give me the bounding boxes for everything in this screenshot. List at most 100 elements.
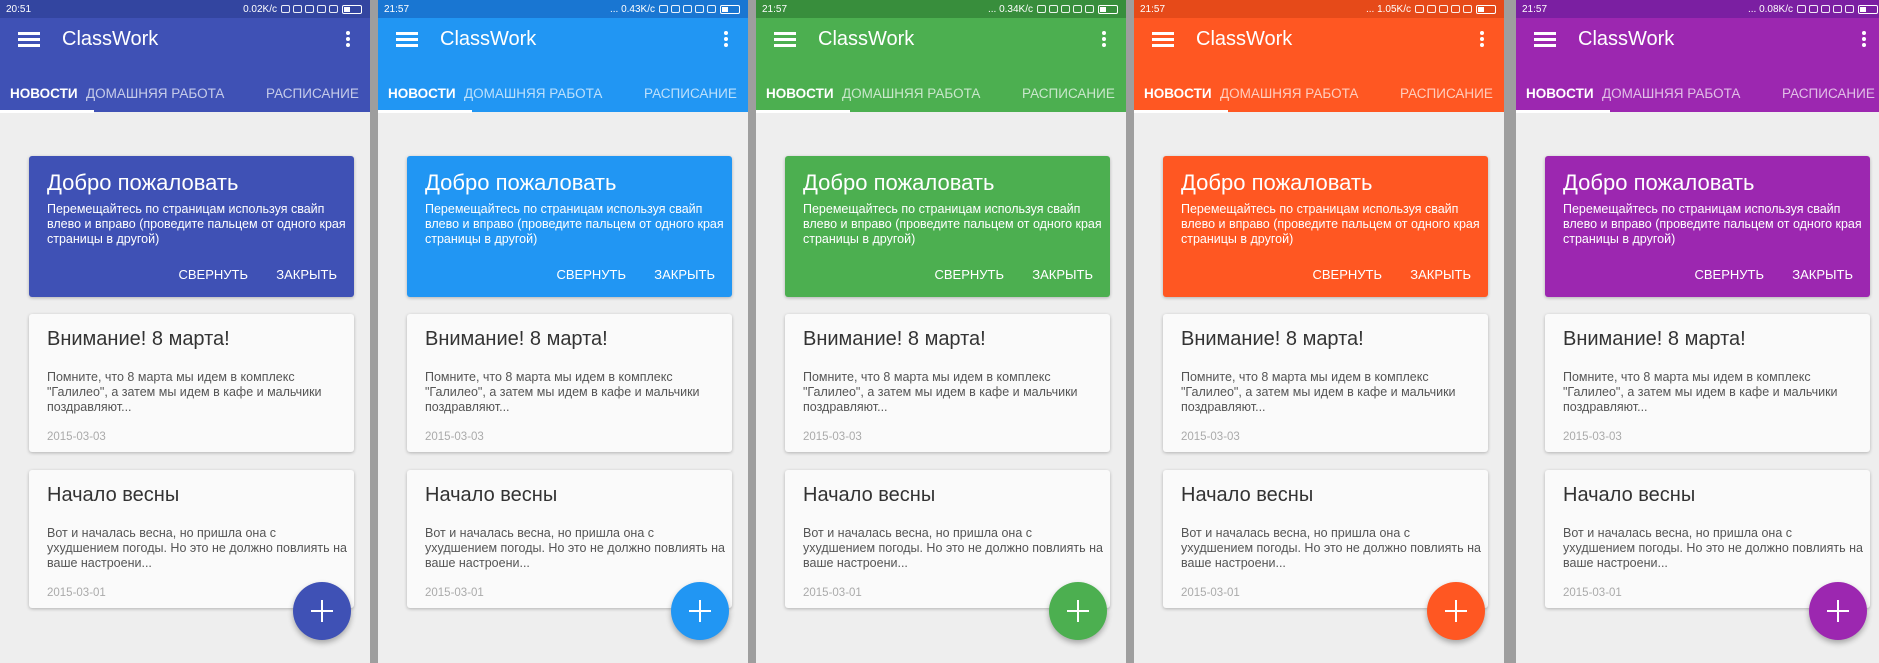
tab-indicator [0,110,94,113]
tab-homework[interactable]: ДОМАШНЯЯ РАБОТА [86,75,224,113]
close-button[interactable]: ЗАКРЫТЬ [1792,267,1853,282]
tab-news[interactable]: НОВОСТИ [766,75,834,113]
tab-bar: НОВОСТИ ДОМАШНЯЯ РАБОТА РАСПИСАНИЕ [756,75,1126,113]
tab-schedule[interactable]: РАСПИСАНИЕ [266,75,359,113]
collapse-button[interactable]: СВЕРНУТЬ [1694,267,1764,282]
tab-news[interactable]: НОВОСТИ [388,75,456,113]
news-card[interactable]: Внимание! 8 марта! Помните, что 8 марта … [407,314,732,452]
close-button[interactable]: ЗАКРЫТЬ [654,267,715,282]
hamburger-menu-icon[interactable] [396,32,418,47]
news-text: Вот и началась весна, но пришла она с ух… [803,526,1103,570]
signal-icon [1833,5,1842,13]
clock-icon [1427,5,1436,13]
more-vert-icon[interactable] [1102,31,1106,47]
hamburger-menu-icon[interactable] [18,32,40,47]
news-text: Вот и началась весна, но пришла она с ух… [47,526,347,570]
status-bar: 21:57 ... 1.05K/c [1134,0,1504,18]
collapse-button[interactable]: СВЕРНУТЬ [934,267,1004,282]
welcome-text: Перемещайтесь по страницам используя сва… [1563,202,1862,246]
news-title: Внимание! 8 марта! [47,328,230,350]
add-icon[interactable] [671,582,729,640]
signal-icon [1463,5,1472,13]
close-button[interactable]: ЗАКРЫТЬ [1410,267,1471,282]
app-bar: ClassWork НОВОСТИ ДОМАШНЯЯ РАБОТА РАСПИС… [756,18,1126,113]
add-icon[interactable] [1809,582,1867,640]
app-bar: ClassWork НОВОСТИ ДОМАШНЯЯ РАБОТА РАСПИС… [378,18,748,113]
more-vert-icon[interactable] [1862,31,1866,47]
alarm-icon [1415,5,1424,13]
hamburger-menu-icon[interactable] [1152,32,1174,47]
network-speed: ... 0.34K/c [987,3,1033,15]
news-text: Помните, что 8 марта мы идем в комплекс … [1563,370,1838,414]
wifi-icon [1061,5,1070,13]
signal-icon [329,5,338,13]
signal-icon [317,5,326,13]
tab-homework[interactable]: ДОМАШНЯЯ РАБОТА [1602,75,1740,113]
welcome-text: Перемещайтесь по страницам используя сва… [47,202,346,246]
status-icons [1797,5,1854,13]
add-icon[interactable] [1049,582,1107,640]
clock-icon [293,5,302,13]
news-card[interactable]: Внимание! 8 марта! Помните, что 8 марта … [1545,314,1870,452]
status-bar: 20:51 0.02K/c [0,0,370,18]
close-button[interactable]: ЗАКРЫТЬ [1032,267,1093,282]
tab-indicator [1516,110,1610,113]
welcome-card: Добро пожаловать Перемещайтесь по страни… [407,156,732,297]
network-speed: ... 1.05K/c [1365,3,1411,15]
status-right: ... 0.34K/c [988,4,1118,15]
app-title: ClassWork [62,27,159,50]
signal-icon [1085,5,1094,13]
welcome-text: Перемещайтесь по страницам используя сва… [1181,202,1480,246]
add-icon[interactable] [1427,582,1485,640]
battery-icon [342,4,362,14]
collapse-button[interactable]: СВЕРНУТЬ [556,267,626,282]
welcome-text: Перемещайтесь по страницам используя сва… [803,202,1102,246]
news-card[interactable]: Внимание! 8 марта! Помните, что 8 марта … [1163,314,1488,452]
wifi-icon [1821,5,1830,13]
news-card[interactable]: Внимание! 8 марта! Помните, что 8 марта … [29,314,354,452]
tab-homework[interactable]: ДОМАШНЯЯ РАБОТА [842,75,980,113]
tab-homework[interactable]: ДОМАШНЯЯ РАБОТА [1220,75,1358,113]
news-text: Помните, что 8 марта мы идем в комплекс … [425,370,700,414]
phone-screen: 21:57 ... 0.43K/c ClassWork НОВОСТИ ДОМА… [378,0,748,663]
add-icon[interactable] [293,582,351,640]
tab-schedule[interactable]: РАСПИСАНИЕ [1400,75,1493,113]
close-button[interactable]: ЗАКРЫТЬ [276,267,337,282]
news-date: 2015-03-01 [425,587,484,599]
more-vert-icon[interactable] [1480,31,1484,47]
battery-icon [1476,4,1496,14]
tab-news[interactable]: НОВОСТИ [1526,75,1594,113]
news-title: Начало весны [1563,484,1696,506]
news-card[interactable]: Внимание! 8 марта! Помните, что 8 марта … [785,314,1110,452]
tab-schedule[interactable]: РАСПИСАНИЕ [644,75,737,113]
toolbar: ClassWork [1516,18,1879,60]
hamburger-menu-icon[interactable] [774,32,796,47]
signal-icon [695,5,704,13]
more-vert-icon[interactable] [346,31,350,47]
news-date: 2015-03-03 [803,431,862,443]
status-time: 21:57 [1140,3,1166,15]
news-title: Внимание! 8 марта! [425,328,608,350]
news-title: Внимание! 8 марта! [1563,328,1746,350]
collapse-button[interactable]: СВЕРНУТЬ [1312,267,1382,282]
welcome-card: Добро пожаловать Перемещайтесь по страни… [29,156,354,297]
tab-homework[interactable]: ДОМАШНЯЯ РАБОТА [464,75,602,113]
tab-bar: НОВОСТИ ДОМАШНЯЯ РАБОТА РАСПИСАНИЕ [0,75,370,113]
toolbar: ClassWork [378,18,748,60]
tab-schedule[interactable]: РАСПИСАНИЕ [1022,75,1115,113]
alarm-icon [1037,5,1046,13]
news-title: Начало весны [803,484,936,506]
tab-news[interactable]: НОВОСТИ [1144,75,1212,113]
status-bar: 21:57 ... 0.43K/c [378,0,748,18]
news-text: Помните, что 8 марта мы идем в комплекс … [47,370,322,414]
tab-indicator [1134,110,1228,113]
clock-icon [671,5,680,13]
news-date: 2015-03-01 [47,587,106,599]
hamburger-menu-icon[interactable] [1534,32,1556,47]
toolbar: ClassWork [756,18,1126,60]
tab-news[interactable]: НОВОСТИ [10,75,78,113]
collapse-button[interactable]: СВЕРНУТЬ [178,267,248,282]
tab-schedule[interactable]: РАСПИСАНИЕ [1782,75,1875,113]
more-vert-icon[interactable] [724,31,728,47]
signal-icon [1073,5,1082,13]
